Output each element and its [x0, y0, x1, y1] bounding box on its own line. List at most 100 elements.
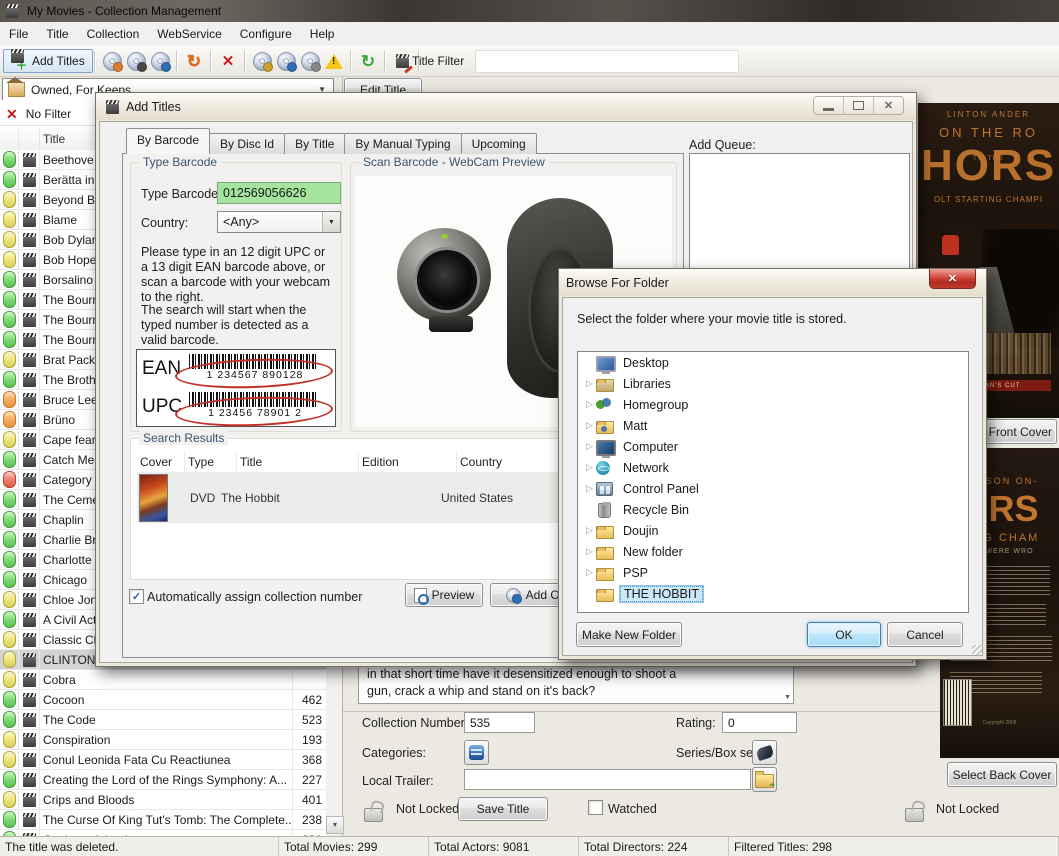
- scroll-down-icon[interactable]: ▼: [784, 694, 791, 701]
- tab-by-disc-id[interactable]: By Disc Id: [209, 133, 285, 154]
- barcode-input[interactable]: 012569056626: [217, 182, 341, 204]
- status-pill-green: [3, 151, 16, 168]
- toolbar-disc-save-icon[interactable]: [124, 50, 148, 72]
- expand-arrow-icon[interactable]: ▷: [586, 525, 596, 536]
- country-dropdown[interactable]: <Any> ▼: [217, 211, 341, 233]
- expand-arrow-icon[interactable]: ▷: [586, 567, 596, 578]
- make-new-folder-button[interactable]: Make New Folder: [576, 622, 682, 647]
- tree-item-network[interactable]: ▷Network: [578, 457, 968, 478]
- tree-item-libraries[interactable]: ▷Libraries: [578, 373, 968, 394]
- movie-row[interactable]: Conul Leonida Fata Cu Reactiunea368: [0, 750, 326, 770]
- expand-arrow-icon[interactable]: ▷: [586, 462, 596, 473]
- tab-by-barcode[interactable]: By Barcode: [126, 128, 210, 154]
- ok-button[interactable]: OK: [807, 622, 881, 647]
- rating-input[interactable]: 0: [722, 712, 797, 733]
- save-title-button[interactable]: Save Title: [458, 797, 548, 821]
- expand-arrow-icon[interactable]: ▷: [586, 420, 596, 431]
- expand-arrow-icon[interactable]: ▷: [586, 399, 596, 410]
- toolbar-icons: ↻ ✕ ↻: [90, 49, 424, 73]
- movie-row[interactable]: Crips and Bloods401: [0, 790, 326, 810]
- close-button[interactable]: ✕: [929, 269, 976, 289]
- expand-arrow-icon[interactable]: ▷: [586, 441, 596, 452]
- control-panel-icon: [596, 482, 613, 496]
- add-titles-button[interactable]: ＋ Add Titles: [3, 49, 93, 73]
- movie-row[interactable]: Creating the Lord of the Rings Symphony:…: [0, 770, 326, 790]
- toolbar-disc-user-icon[interactable]: [274, 50, 298, 72]
- menu-item-collection[interactable]: Collection: [78, 22, 149, 46]
- toolbar-warning-icon[interactable]: [322, 50, 346, 72]
- toolbar-disc-download-icon[interactable]: [100, 50, 124, 72]
- results-column-cover[interactable]: Cover: [137, 452, 185, 472]
- maximize-button[interactable]: [844, 97, 874, 114]
- movie-row[interactable]: Cobra: [0, 670, 326, 690]
- tree-item-desktop[interactable]: Desktop: [578, 352, 968, 373]
- resize-grip[interactable]: [972, 645, 982, 655]
- tab-upcoming[interactable]: Upcoming: [461, 133, 537, 154]
- movie-row[interactable]: Conspiration193: [0, 730, 326, 750]
- toolbar-delete-icon[interactable]: ✕: [216, 50, 240, 72]
- series-box-set-button[interactable]: [752, 740, 777, 765]
- results-column-type[interactable]: Type: [185, 452, 237, 472]
- toolbar-edit-clapper-icon[interactable]: [390, 50, 414, 72]
- browse-trailer-button[interactable]: [752, 767, 777, 792]
- window-titlebar[interactable]: My Movies - Collection Management: [0, 0, 1059, 22]
- status-pill-yellow: [3, 211, 16, 228]
- tree-item-computer[interactable]: ▷Computer: [578, 436, 968, 457]
- results-column-title[interactable]: Title: [237, 452, 359, 472]
- barcode-sample-image: EAN 1 234567 890128 UPC 1 23456 78901 2: [136, 349, 336, 427]
- title-filter-input[interactable]: [475, 50, 739, 73]
- refresh-orange-icon: ↻: [187, 53, 201, 70]
- country-label: Country:: [141, 216, 188, 230]
- results-column-edition[interactable]: Edition: [359, 452, 457, 472]
- expand-arrow-icon[interactable]: ▷: [586, 546, 596, 557]
- menu-item-title[interactable]: Title: [37, 22, 77, 46]
- toolbar-disc-sync-icon[interactable]: [250, 50, 274, 72]
- minimize-button[interactable]: [814, 97, 844, 114]
- tree-item-new-folder[interactable]: ▷New folder: [578, 541, 968, 562]
- tree-item-control-panel[interactable]: ▷Control Panel: [578, 478, 968, 499]
- expand-arrow-icon[interactable]: ▷: [586, 483, 596, 494]
- watched-checkbox[interactable]: [588, 800, 603, 815]
- tree-item-psp[interactable]: ▷PSP: [578, 562, 968, 583]
- tab-by-title[interactable]: By Title: [284, 133, 345, 154]
- toolbar-refresh-green-icon[interactable]: ↻: [356, 50, 380, 72]
- movie-icon: [23, 457, 36, 467]
- categories-button[interactable]: [464, 740, 489, 765]
- preview-button[interactable]: Preview: [405, 583, 483, 607]
- add-titles-titlebar[interactable]: Add Titles ✕: [96, 93, 916, 120]
- menu-item-webservice[interactable]: WebService: [148, 22, 230, 46]
- movie-row[interactable]: Cocoon462: [0, 690, 326, 710]
- local-trailer-input[interactable]: [464, 769, 751, 790]
- select-back-cover-button[interactable]: Select Back Cover: [947, 762, 1057, 787]
- disc-stack-icon: [301, 52, 320, 71]
- local-trailer-label: Local Trailer:: [362, 774, 434, 788]
- browse-prompt: Select the folder where your movie title…: [577, 312, 847, 326]
- tree-item-the-hobbit[interactable]: THE HOBBIT: [578, 583, 968, 604]
- close-button[interactable]: ✕: [874, 97, 903, 114]
- movie-row[interactable]: The Curse Of King Tut's Tomb: The Comple…: [0, 810, 326, 830]
- movie-row[interactable]: The Code523: [0, 710, 326, 730]
- tree-item-matt[interactable]: ▷Matt: [578, 415, 968, 436]
- menu-item-file[interactable]: File: [0, 22, 37, 46]
- tab-by-manual-typing[interactable]: By Manual Typing: [344, 133, 461, 154]
- movie-icon: [23, 497, 36, 507]
- tree-item-recycle-bin[interactable]: Recycle Bin: [578, 499, 968, 520]
- tree-item-homegroup[interactable]: ▷Homegroup: [578, 394, 968, 415]
- dialog-title: Browse For Folder: [566, 276, 669, 290]
- toolbar-disc-stack-icon[interactable]: [298, 50, 322, 72]
- cancel-button[interactable]: Cancel: [887, 622, 963, 647]
- add-online-icon: [506, 588, 521, 603]
- group-label: Scan Barcode - WebCam Preview: [359, 155, 549, 169]
- auto-assign-checkbox[interactable]: ✓: [129, 589, 144, 604]
- tree-item-doujin[interactable]: ▷Doujin: [578, 520, 968, 541]
- collection-number-input[interactable]: 535: [464, 712, 535, 733]
- toolbar-disc-import-icon[interactable]: [148, 50, 172, 72]
- menu-item-configure[interactable]: Configure: [231, 22, 301, 46]
- browse-titlebar[interactable]: Browse For Folder: [559, 269, 986, 296]
- cover-text: LINTON ANDER: [918, 110, 1059, 119]
- toolbar-refresh-orange-icon[interactable]: ↻: [182, 50, 206, 72]
- expand-arrow-icon[interactable]: ▷: [586, 378, 596, 389]
- status-pill-yellow: [3, 431, 16, 448]
- menu-item-help[interactable]: Help: [301, 22, 344, 46]
- scroll-down-icon[interactable]: ▼: [326, 816, 344, 834]
